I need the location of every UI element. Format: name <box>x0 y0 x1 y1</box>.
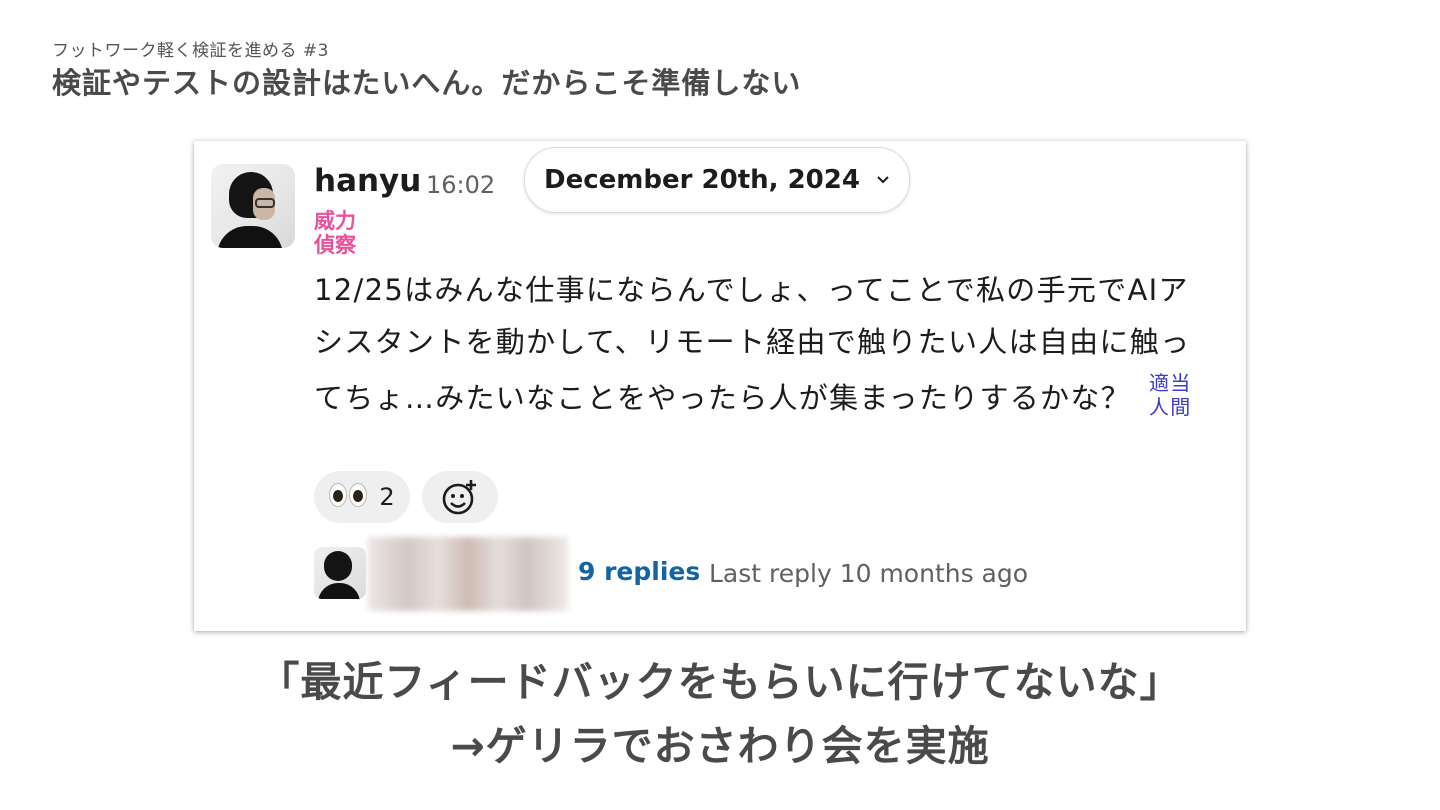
slide-title: 検証やテストの設計はたいへん。だからこそ準備しない <box>52 66 802 100</box>
reaction-eyes-button[interactable]: 2 <box>314 471 410 523</box>
chevron-down-icon <box>877 176 889 184</box>
message-body: 12/25はみんな仕事にならんでしょ、ってことで私の手元でAIアシスタントを動か… <box>314 264 1214 424</box>
date-label: December 20th, 2024 <box>544 165 860 195</box>
caption-line-2: →ゲリラでおさわり会を実施 <box>450 722 990 770</box>
thread-participant-avatar[interactable] <box>314 547 366 599</box>
slide-subtitle: フットワーク軽く検証を進める #3 <box>52 41 329 61</box>
reaction-count: 2 <box>379 483 395 511</box>
message-text: 12/25はみんな仕事にならんでしょ、ってことで私の手元でAIアシスタントを動か… <box>314 273 1191 415</box>
status-emoji: 威力 偵察 <box>314 209 368 257</box>
slack-message-card: hanyu 16:02 December 20th, 2024 威力 偵察 12… <box>194 141 1246 631</box>
caption-line-1: 「最近フィードバックをもらいに行けてないな」 <box>258 658 1182 706</box>
user-avatar[interactable] <box>211 164 295 248</box>
blurred-participant-avatars <box>368 537 568 611</box>
eyes-icon <box>329 483 369 511</box>
status-text-line2: 偵察 <box>314 233 356 257</box>
svg-text:人間: 人間 <box>1149 395 1192 418</box>
svg-text:適当: 適当 <box>1149 371 1192 395</box>
thread-replies-link[interactable]: 9 replies <box>578 557 700 586</box>
add-reaction-icon <box>442 480 476 515</box>
message-timestamp[interactable]: 16:02 <box>426 171 495 199</box>
add-reaction-button[interactable] <box>422 471 498 523</box>
stamp-emoji-icon: 適当 人間 <box>1149 371 1192 418</box>
status-text-line1: 威力 <box>314 209 356 233</box>
username[interactable]: hanyu <box>314 163 421 199</box>
thread-last-reply: Last reply 10 months ago <box>709 559 1029 588</box>
date-divider-button[interactable]: December 20th, 2024 <box>524 147 910 213</box>
